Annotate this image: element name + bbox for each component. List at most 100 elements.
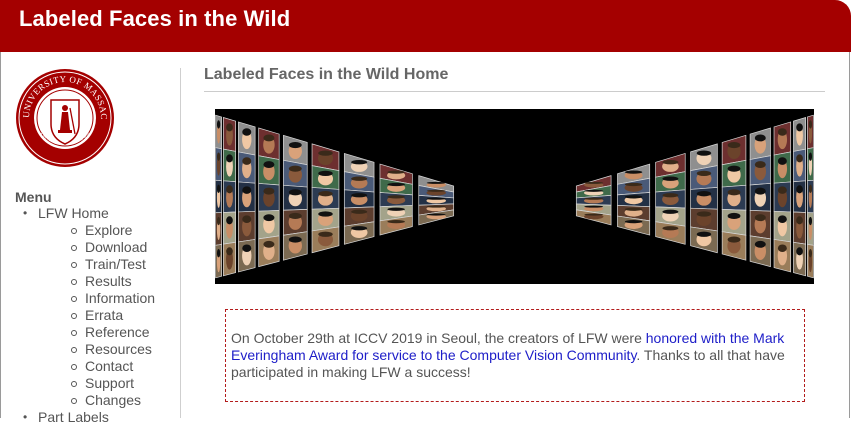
face-tile [773,181,792,213]
sidebar-item-label[interactable]: Download [85,239,147,255]
face-tile [793,180,807,213]
face-tile [773,239,792,273]
face-tile [721,134,747,166]
face-tile [215,212,222,246]
sidebar-item-changes: Changes [38,392,155,409]
face-tile [690,187,718,210]
face-tile [749,210,771,240]
sidebar-item-lfw-home: • LFW Home Explore Download Train/Test R… [15,205,155,409]
face-tile [238,210,256,243]
circle-bullet-icon [71,398,77,404]
face-tile [773,210,792,243]
sidebar-item-download: Download [38,239,155,256]
face-tile [223,241,236,277]
face-tile [721,159,747,188]
circle-bullet-icon [71,330,77,336]
face-tile [215,244,222,279]
faces-tunnel-graphic [215,114,814,279]
title-divider [204,91,825,92]
sidebar-menu: • LFW Home Explore Download Train/Test R… [15,205,155,426]
face-tile [283,159,308,188]
face-tile [807,212,814,246]
face-tile [258,210,280,240]
face-tile [223,211,236,245]
header-banner: Labeled Faces in the Wild [0,0,851,52]
circle-bullet-icon [71,381,77,387]
menu-heading: Menu [15,189,52,205]
face-tile [238,239,256,273]
sidebar-item-label[interactable]: Train/Test [85,256,146,272]
face-tile [793,148,807,183]
face-tile [773,151,792,184]
face-tile [807,244,814,279]
face-tile [773,121,792,156]
face-tile [749,155,771,186]
sidebar-item-reference: Reference [38,324,155,341]
face-tile [215,114,222,150]
page-title: Labeled Faces in the Wild Home [204,66,449,83]
circle-bullet-icon [71,296,77,302]
circle-bullet-icon [71,228,77,234]
frame-border-right [849,52,850,418]
face-tile [721,231,747,261]
face-tile [238,181,256,213]
sidebar-item-contact: Contact [38,358,155,375]
face-tile [343,189,375,209]
face-tile [749,235,771,268]
sidebar-item-label[interactable]: Results [85,273,132,289]
sidebar-item-label[interactable]: Resources [85,341,152,357]
face-tile [283,134,308,166]
circle-bullet-icon [71,364,77,370]
face-tile [283,184,308,211]
face-tile [379,192,413,208]
face-tile [311,226,340,254]
face-tile [223,148,236,183]
sidebar-item-label[interactable]: Changes [85,392,141,408]
circle-bullet-icon [71,245,77,251]
face-tile [793,117,807,152]
face-tile [793,241,807,277]
sidebar-item-label[interactable]: Reference [85,324,150,340]
face-tile [258,235,280,268]
circle-bullet-icon [71,279,77,285]
sidebar-item-label[interactable]: Part Labels [38,409,109,425]
sidebar-submenu: Explore Download Train/Test Results Info… [38,222,155,409]
circle-bullet-icon [71,347,77,353]
sidebar-item-information: Information [38,290,155,307]
face-tile [283,231,308,261]
sidebar-item-train-test: Train/Test [38,256,155,273]
sidebar-item-label[interactable]: Information [85,290,155,306]
face-tile [807,179,814,214]
tunnel-vanishing-point [455,185,575,217]
face-tile [690,226,718,254]
award-notice: On October 29th at ICCV 2019 in Seoul, t… [225,309,805,402]
face-tile [223,180,236,213]
faces-tunnel-image [215,109,814,284]
face-tile [238,121,256,156]
face-tile [793,211,807,245]
face-tile [807,114,814,150]
face-tile [721,209,747,236]
frame-border-left [0,52,1,418]
column-divider [180,68,181,418]
face-tile [311,187,340,210]
sidebar-item-results: Results [38,273,155,290]
sidebar-item-resources: Resources [38,341,155,358]
site-title[interactable]: Labeled Faces in the Wild [19,6,290,32]
sidebar-item-label[interactable]: Support [85,375,134,391]
sidebar-item-support: Support [38,375,155,392]
face-tile [215,147,222,182]
face-tile [215,179,222,214]
bullet-icon: • [23,206,28,220]
sidebar-item-label[interactable]: Explore [85,222,132,238]
face-tile [258,155,280,186]
umass-seal-logo: UNIVERSITY OF MASSACHUSETTS AMHERST 1863 [12,60,115,168]
sidebar-item-errata: Errata [38,307,155,324]
sidebar-item-label[interactable]: LFW Home [38,205,109,221]
face-tile [749,183,771,212]
face-tile [223,117,236,152]
sidebar-item-label[interactable]: Contact [85,358,133,374]
face-tile [721,184,747,211]
face-tile [617,192,651,208]
sidebar-item-label[interactable]: Errata [85,307,123,323]
